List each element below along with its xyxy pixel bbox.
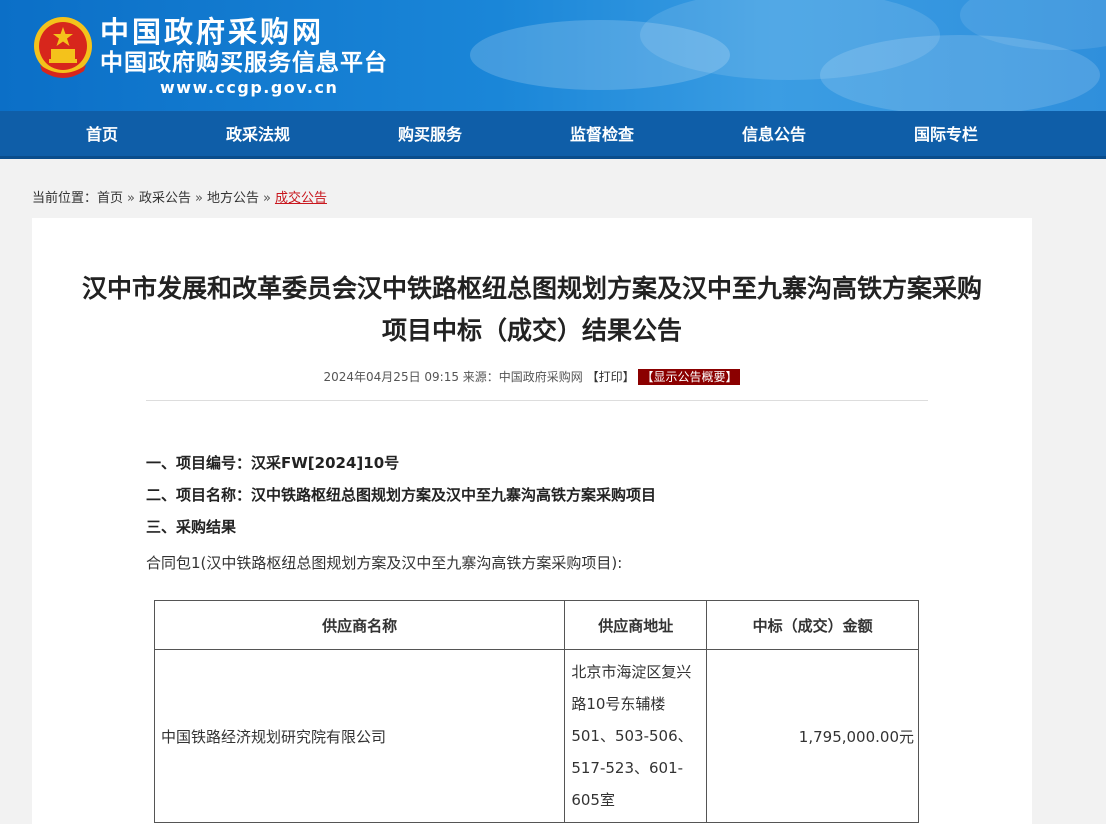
breadcrumb-separator: » <box>127 191 135 206</box>
site-url: www.ccgp.gov.cn <box>160 78 339 97</box>
breadcrumb-separator: » <box>195 191 203 206</box>
nav-item-international[interactable]: 国际专栏 <box>886 111 1006 159</box>
contract-package-label: 合同包1(汉中铁路枢纽总图规划方案及汉中至九寨沟高铁方案采购项目): <box>146 554 623 572</box>
site-header-banner: 中国政府采购网 中国政府购买服务信息平台 www.ccgp.gov.cn <box>0 0 1106 111</box>
section-procurement-result: 三、采购结果 <box>146 518 237 536</box>
article-title-line2: 项目中标（成交）结果公告 <box>381 316 682 345</box>
breadcrumb-local-announcements[interactable]: 地方公告 <box>207 191 259 206</box>
column-header-supplier: 供应商名称 <box>153 600 566 650</box>
article-title-line1: 汉中市发展和改革委员会汉中铁路枢纽总图规划方案及汉中至九寨沟高铁方案采购 <box>81 274 982 303</box>
nav-item-home[interactable]: 首页 <box>42 111 162 159</box>
publish-info: 2024年04月25日 09:15 来源：中国政府采购网 <box>323 370 583 384</box>
section-project-number: 一、项目编号：汉采FW[2024]10号 <box>146 454 400 472</box>
breadcrumb-prefix: 当前位置： <box>32 191 98 206</box>
main-nav: 首页 政采法规 购买服务 监督检查 信息公告 国际专栏 <box>0 111 1106 159</box>
supplier-address-cell: 北京市海淀区复兴路10号东辅楼501、503-506、517-523、601-6… <box>564 649 708 823</box>
show-summary-button[interactable]: 【显示公告概要】 <box>638 369 741 385</box>
award-amount-cell: 1,795,000.00元 <box>706 649 919 823</box>
table-row: 中国铁路经济规划研究院有限公司 北京市海淀区复兴路10号东辅楼501、503-5… <box>153 649 919 823</box>
column-header-amount: 中标（成交）金额 <box>706 600 919 650</box>
nav-item-supervision[interactable]: 监督检查 <box>542 111 662 159</box>
breadcrumb-deal-announcements[interactable]: 成交公告 <box>275 191 327 206</box>
result-table: 供应商名称 供应商地址 中标（成交）金额 中国铁路经济规划研究院有限公司 北京市… <box>153 600 919 823</box>
article-meta: 2024年04月25日 09:15 来源：中国政府采购网 【打印】 【显示公告概… <box>32 368 1032 385</box>
breadcrumb-procurement-announcements[interactable]: 政采公告 <box>139 191 191 206</box>
article-title: 汉中市发展和改革委员会汉中铁路枢纽总图规划方案及汉中至九寨沟高铁方案采购 项目中… <box>52 268 1012 352</box>
breadcrumb: 当前位置：首页 » 政采公告 » 地方公告 » 成交公告 <box>32 187 327 206</box>
nav-item-purchase-services[interactable]: 购买服务 <box>370 111 490 159</box>
supplier-name-cell: 中国铁路经济规划研究院有限公司 <box>153 649 566 823</box>
print-link[interactable]: 【打印】 <box>587 370 635 384</box>
meta-divider <box>146 400 928 401</box>
breadcrumb-home[interactable]: 首页 <box>97 191 123 206</box>
breadcrumb-separator: » <box>263 191 271 206</box>
section-project-name: 二、项目名称：汉中铁路枢纽总图规划方案及汉中至九寨沟高铁方案采购项目 <box>146 486 657 504</box>
nav-item-regulations[interactable]: 政采法规 <box>198 111 318 159</box>
table-header-row: 供应商名称 供应商地址 中标（成交）金额 <box>153 600 919 650</box>
national-emblem-icon <box>34 17 92 78</box>
article-card: 汉中市发展和改革委员会汉中铁路枢纽总图规划方案及汉中至九寨沟高铁方案采购 项目中… <box>32 218 1032 824</box>
site-name: 中国政府采购网 <box>100 15 325 49</box>
site-subtitle: 中国政府购买服务信息平台 <box>100 50 388 76</box>
column-header-address: 供应商地址 <box>564 600 708 650</box>
nav-item-announcements[interactable]: 信息公告 <box>714 111 834 159</box>
